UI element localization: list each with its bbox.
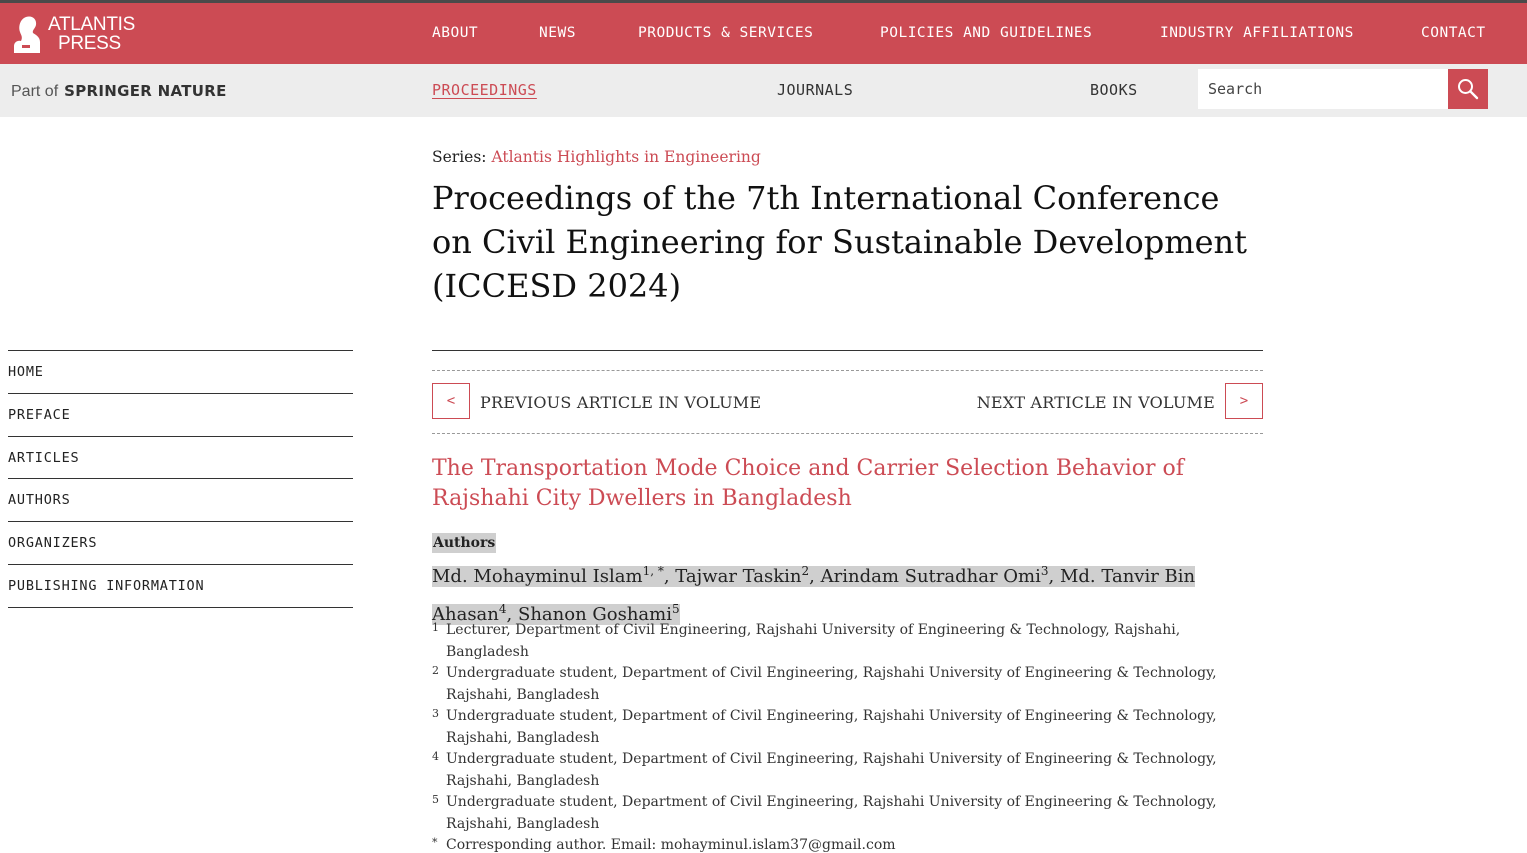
affiliation-item: 5 Undergraduate student, Department of Ci… (432, 792, 1263, 835)
affiliation-text: Undergraduate student, Department of Civ… (446, 751, 1217, 789)
series-link[interactable]: Atlantis Highlights in Engineering (491, 148, 760, 166)
affiliation-item: 1 Lecturer, Department of Civil Engineeri… (432, 620, 1263, 663)
affiliation-list: 1 Lecturer, Department of Civil Engineeri… (432, 620, 1263, 853)
affiliation-text: Undergraduate student, Department of Civ… (446, 665, 1217, 703)
affiliation-item: 2 Undergraduate student, Department of Ci… (432, 663, 1263, 706)
nav-industry-affiliations[interactable]: INDUSTRY AFFILIATIONS (1160, 25, 1354, 41)
proceedings-title: Proceedings of the 7th International Con… (432, 179, 1248, 305)
search-input[interactable] (1198, 69, 1448, 109)
affiliation-item: 4 Undergraduate student, Department of Ci… (432, 749, 1263, 792)
author-superscript: 5 (672, 602, 680, 616)
author-superscript: 4 (498, 602, 507, 616)
subnav-books[interactable]: BOOKS (1090, 81, 1138, 99)
article-title: The Transportation Mode Choice and Carri… (432, 456, 1184, 511)
affiliation-text: Undergraduate student, Department of Civ… (446, 794, 1217, 832)
nav-news[interactable]: NEWS (539, 25, 576, 41)
affiliation-number: 1 (432, 621, 439, 634)
subnav-journals[interactable]: JOURNALS (777, 81, 853, 99)
affiliation-text: Lecturer, Department of Civil Engineerin… (446, 622, 1181, 660)
search-button[interactable] (1448, 69, 1488, 109)
previous-article-link[interactable]: PREVIOUS ARTICLE IN VOLUME (480, 393, 761, 412)
series-line: Series: Atlantis Highlights in Engineeri… (432, 148, 761, 166)
sub-bar: Part of SPRINGER NATURE PROCEEDINGS JOURN… (0, 64, 1527, 117)
sidebar-item-publishing-information[interactable]: PUBLISHING INFORMATION (8, 565, 353, 608)
affiliation-number: 5 (432, 793, 439, 806)
sidebar-item-preface[interactable]: PREFACE (8, 394, 353, 437)
nav-products-services[interactable]: PRODUCTS & SERVICES (638, 25, 813, 41)
springer-nature-link[interactable]: Part of SPRINGER NATURE (11, 82, 227, 101)
author-link[interactable]: Arindam Sutradhar Omi (821, 566, 1041, 587)
affiliation-text: Undergraduate student, Department of Civ… (446, 708, 1217, 746)
next-article-link[interactable]: NEXT ARTICLE IN VOLUME (977, 393, 1215, 412)
title-divider (432, 350, 1263, 351)
sidebar-item-organizers[interactable]: ORGANIZERS (8, 522, 353, 565)
nav-policies[interactable]: POLICIES AND GUIDELINES (880, 25, 1092, 41)
sidebar-item-articles[interactable]: ARTICLES (8, 437, 353, 480)
corresponding-author-note: * Corresponding author. Email: mohayminul… (432, 835, 1263, 853)
author-separator: , (663, 566, 676, 587)
series-label: Series: (432, 148, 487, 166)
previous-article-button[interactable]: < (432, 383, 470, 419)
search-icon (1458, 79, 1479, 100)
main-nav: ABOUT NEWS PRODUCTS & SERVICES POLICIES … (0, 25, 1527, 45)
affiliation-item: 3 Undergraduate student, Department of Ci… (432, 706, 1263, 749)
springer-nature-wordmark: SPRINGER NATURE (64, 82, 227, 100)
author-superscript: 2 (801, 564, 810, 578)
nav-contact[interactable]: CONTACT (1421, 25, 1486, 41)
author-separator: , (1048, 566, 1060, 587)
sidebar-item-authors[interactable]: AUTHORS (8, 479, 353, 523)
author-link[interactable]: Tajwar Taskin (675, 566, 801, 587)
nav-about[interactable]: ABOUT (432, 25, 478, 41)
proceedings-sidebar: HOME PREFACE ARTICLES AUTHORS ORGANIZERS… (8, 350, 353, 608)
affiliation-number: 4 (432, 750, 439, 763)
author-superscript: 3 (1040, 564, 1049, 578)
affiliation-number: * (432, 836, 438, 849)
affiliation-number: 3 (432, 707, 439, 720)
top-bar: ATLANTIS PRESS ABOUT NEWS PRODUCTS & SER… (0, 0, 1527, 64)
authors-heading: Authors (432, 533, 497, 553)
author-link[interactable]: Md. Mohayminul Islam (432, 566, 643, 587)
author-separator: , (809, 566, 821, 587)
part-of-text: Part of (11, 83, 59, 100)
affiliation-number: 2 (432, 664, 439, 677)
next-article-button[interactable]: > (1225, 383, 1263, 419)
subnav-proceedings[interactable]: PROCEEDINGS (432, 81, 537, 99)
article-navigation: < PREVIOUS ARTICLE IN VOLUME NEXT ARTICL… (432, 370, 1263, 434)
author-superscript: 1, * (642, 564, 664, 578)
sidebar-item-home[interactable]: HOME (8, 351, 353, 394)
corresponding-author-text: Corresponding author. Email: mohayminul.… (446, 837, 896, 853)
